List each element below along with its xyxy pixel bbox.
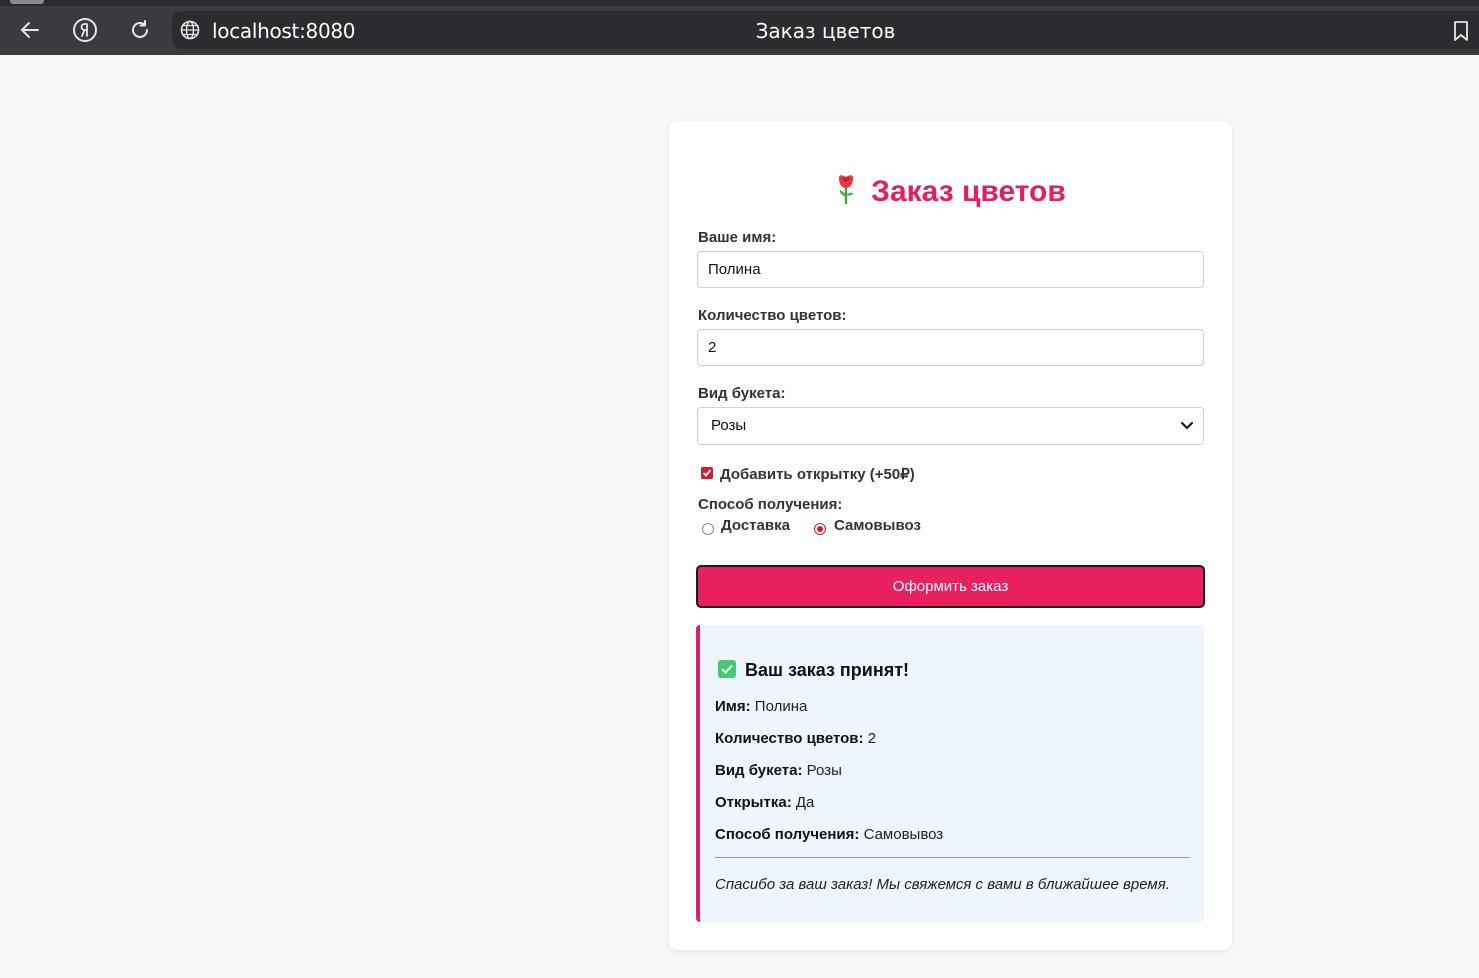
name-label: Ваше имя: [698, 229, 777, 246]
result-row-quantity: Количество цветов: 2 [715, 730, 876, 747]
address-bar[interactable]: localhost:8080 Заказ цветов [172, 11, 1479, 49]
result-row-name: Имя: Полина [715, 698, 807, 715]
result-row-label: Вид букета: [715, 762, 803, 779]
chevron-down-icon [1181, 422, 1193, 429]
postcard-checkbox-label[interactable]: Добавить открытку (+50₽) [720, 465, 915, 483]
back-button[interactable] [14, 14, 46, 46]
order-card: Заказ цветов Ваше имя: Полина Количество… [669, 121, 1232, 950]
result-row-bouquet: Вид букета: Розы [715, 762, 842, 779]
divider [715, 857, 1190, 858]
result-row-label: Способ получения: [715, 826, 860, 843]
yandex-icon [73, 18, 97, 42]
delivery-radio-delivery-label[interactable]: Доставка [721, 517, 790, 534]
check-icon [718, 660, 736, 678]
result-row-value: Розы [806, 762, 842, 779]
postcard-checkbox[interactable] [701, 467, 713, 479]
page-title: Заказ цветов [755, 19, 896, 43]
result-row-label: Количество цветов: [715, 730, 864, 747]
bouquet-selected-value: Розы [711, 417, 747, 434]
quantity-label: Количество цветов: [698, 307, 847, 324]
delivery-radio-delivery[interactable] [702, 523, 714, 535]
form-title: Заказ цветов [669, 173, 1232, 209]
result-row-label: Имя: [715, 698, 751, 715]
delivery-radio-pickup[interactable] [814, 523, 826, 535]
result-row-value: 2 [867, 730, 877, 747]
result-row-value: Полина [754, 698, 808, 715]
yandex-button[interactable] [69, 14, 101, 46]
result-title-text: Ваш заказ принят! [745, 660, 910, 680]
delivery-radio-pickup-label[interactable]: Самовывоз [834, 517, 921, 534]
reload-icon [132, 20, 148, 38]
result-row-value: Самовывоз [863, 826, 944, 843]
reload-button[interactable] [124, 14, 156, 46]
rose-icon [839, 175, 854, 204]
result-row-value: Да [795, 794, 815, 811]
result-row-postcard: Открытка: Да [715, 794, 814, 811]
result-row-label: Открытка: [715, 794, 792, 811]
arrow-left-icon [21, 22, 39, 38]
form-title-text: Заказ цветов [871, 175, 1066, 208]
bouquet-label: Вид букета: [698, 385, 786, 402]
bookmark-icon[interactable] [1451, 20, 1471, 42]
tab-indicator[interactable] [10, 0, 44, 4]
name-input[interactable]: Полина [697, 251, 1204, 288]
order-result: Ваш заказ принят! Имя: Полина Количество… [696, 625, 1204, 922]
bouquet-select[interactable]: Розы [697, 407, 1204, 445]
checkmark-icon [702, 469, 712, 477]
result-row-delivery: Способ получения: Самовывоз [715, 826, 943, 843]
submit-order-button[interactable]: Оформить заказ [696, 565, 1205, 608]
thank-you-message: Спасибо за ваш заказ! Мы свяжемся с вами… [715, 876, 1170, 893]
browser-toolbar: localhost:8080 Заказ цветов [0, 0, 1479, 55]
tab-strip [0, 0, 1479, 6]
delivery-label: Способ получения: [698, 496, 843, 513]
result-title: Ваш заказ принят! [718, 660, 909, 681]
quantity-input[interactable]: 2 [697, 329, 1204, 366]
